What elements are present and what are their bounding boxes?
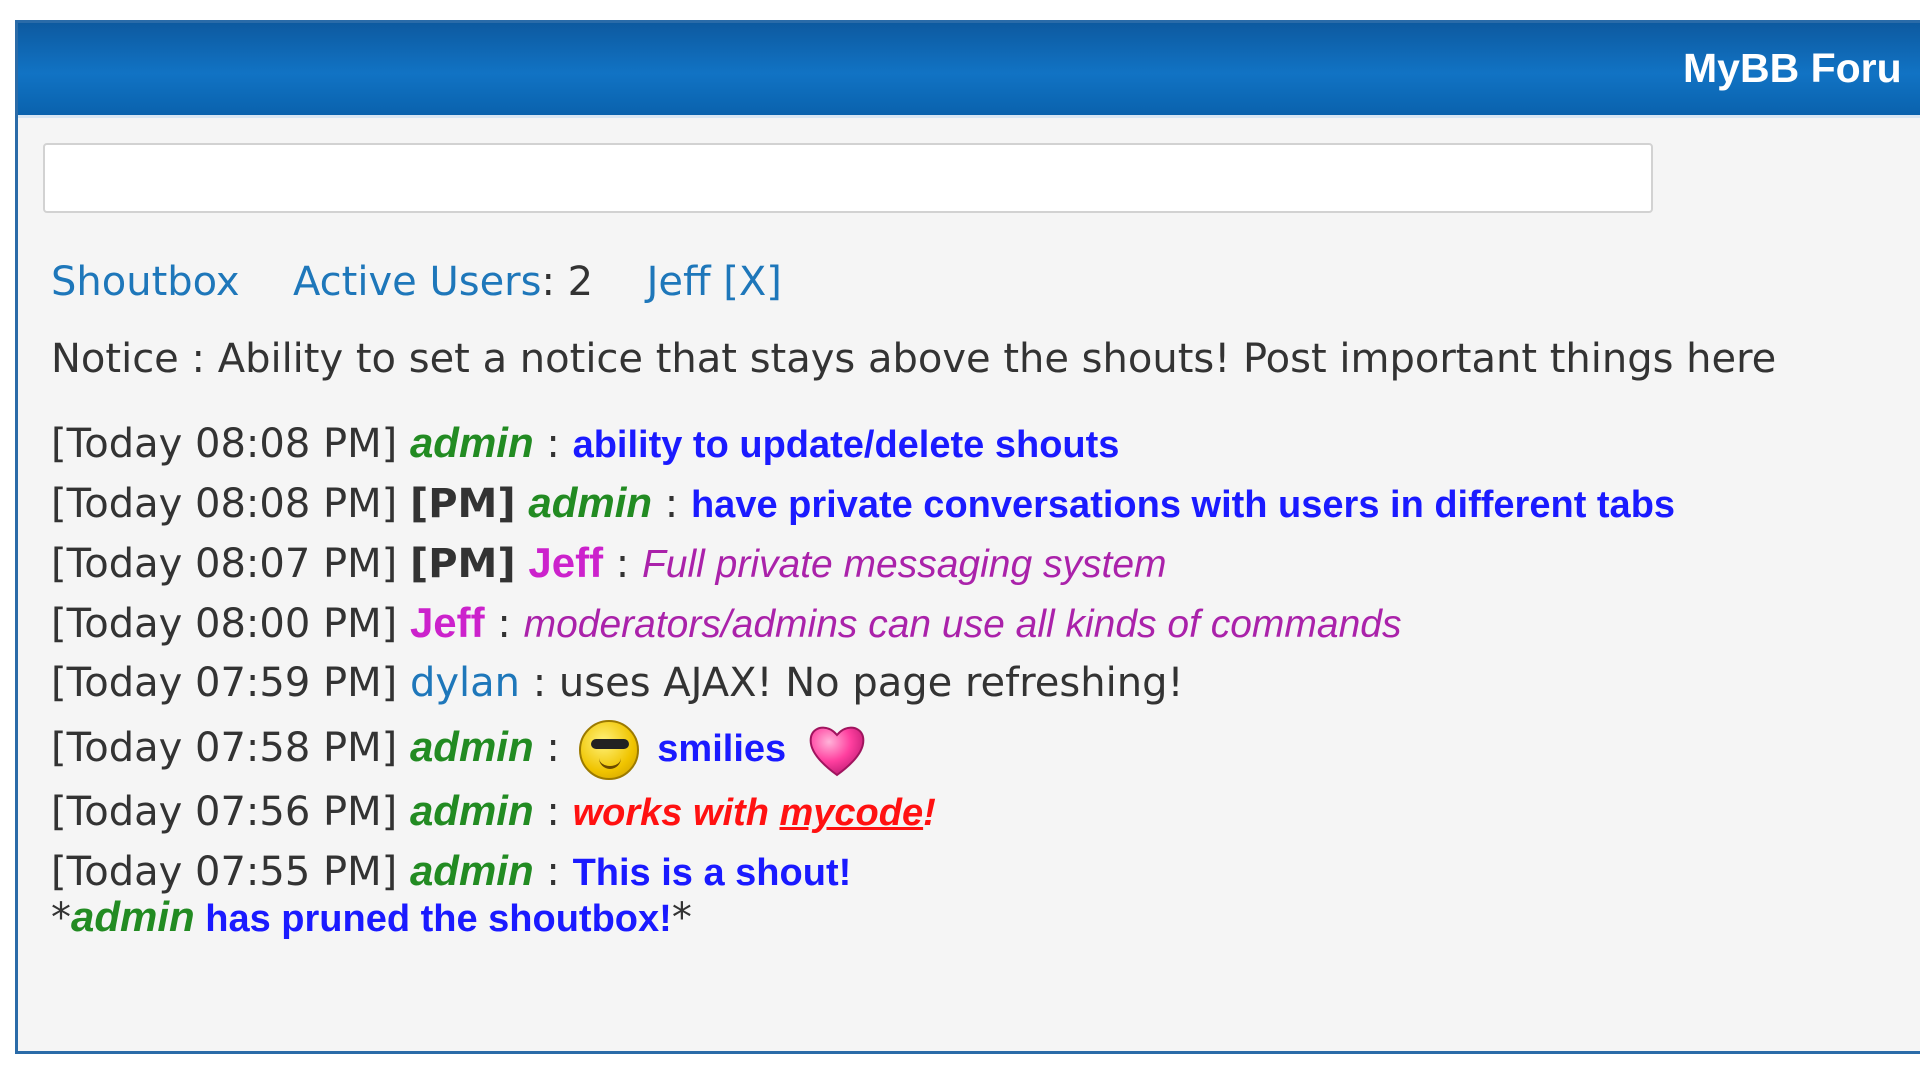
shout-separator: : xyxy=(664,481,679,527)
forum-title: MyBB Foru xyxy=(1683,45,1902,91)
shout-text: have private conversations with users in… xyxy=(690,484,1676,526)
active-users-count: 2 xyxy=(567,259,594,305)
shout-separator: : xyxy=(532,660,547,706)
shout-separator: : xyxy=(546,421,560,467)
shout-username[interactable]: Jeff xyxy=(528,539,603,586)
tab-jeff[interactable]: Jeff xyxy=(647,259,711,305)
shout-row: [Today 08:00 PM] Jeff : moderators/admin… xyxy=(51,593,1675,653)
shout-timestamp: [Today 07:56 PM] xyxy=(51,789,398,835)
shout-row: [Today 07:56 PM] admin : works with myco… xyxy=(51,781,1675,841)
shout-username[interactable]: admin xyxy=(528,479,652,526)
shout-text-start: works with xyxy=(572,792,780,834)
shout-timestamp: [Today 08:00 PM] xyxy=(51,601,398,647)
shout-text: smilies xyxy=(657,728,787,770)
shout-separator: : xyxy=(546,849,560,895)
shout-timestamp: [Today 07:58 PM] xyxy=(51,725,398,771)
shout-text-end: ! xyxy=(923,792,936,834)
cool-smiley-icon xyxy=(578,720,639,780)
shout-row: [Today 07:58 PM] admin : smilies xyxy=(51,713,1675,781)
shout-text: This is a shout! xyxy=(572,852,852,894)
mycode-link[interactable]: mycode xyxy=(779,792,923,834)
shout-separator: : xyxy=(497,601,511,647)
shout-text: uses AJAX! No page refreshing! xyxy=(558,660,1184,706)
shout-timestamp: [Today 07:59 PM] xyxy=(51,660,398,706)
prune-star-close: * xyxy=(671,895,692,941)
tab-bar: Shoutbox Active Users: 2 Jeff [X] xyxy=(51,259,782,305)
shout-username[interactable]: admin xyxy=(410,723,534,770)
prune-notice: *admin has pruned the shoutbox!* xyxy=(51,893,692,941)
tab-shoutbox[interactable]: Shoutbox xyxy=(51,259,240,305)
shout-list: [Today 08:08 PM] admin : ability to upda… xyxy=(51,413,1675,901)
shout-text: works with mycode! xyxy=(573,792,936,834)
active-users-colon: : xyxy=(541,259,555,305)
shout-timestamp: [Today 07:55 PM] xyxy=(51,849,398,895)
pm-tag: [PM] xyxy=(409,541,516,587)
shout-username[interactable]: admin xyxy=(410,787,534,834)
header-bar: MyBB Foru xyxy=(18,23,1920,118)
shout-separator: : xyxy=(615,541,630,587)
shout-username[interactable]: admin xyxy=(410,847,534,894)
prune-star-open: * xyxy=(51,895,71,941)
shout-username[interactable]: dylan xyxy=(410,660,520,706)
prune-username[interactable]: admin xyxy=(71,893,195,940)
heart-icon xyxy=(809,726,865,777)
shout-row: [Today 08:08 PM] admin : ability to upda… xyxy=(51,413,1675,473)
shout-username[interactable]: Jeff xyxy=(410,599,485,646)
shout-input[interactable] xyxy=(43,143,1653,213)
shout-separator: : xyxy=(546,725,560,771)
shout-username[interactable]: admin xyxy=(410,419,534,466)
shoutbox-panel: MyBB Foru Shoutbox Active Users: 2 Jeff … xyxy=(15,20,1920,1054)
shout-row: [Today 07:59 PM] dylan : uses AJAX! No p… xyxy=(51,653,1675,713)
shout-text: ability to update/delete shouts xyxy=(572,424,1120,466)
shout-separator: : xyxy=(546,789,560,835)
active-users-link[interactable]: Active Users xyxy=(293,259,541,305)
close-tab-button[interactable]: [X] xyxy=(723,259,782,305)
shout-timestamp: [Today 08:07 PM] xyxy=(51,541,398,587)
shout-text: moderators/admins can use all kinds of c… xyxy=(523,603,1402,646)
shout-row: [Today 08:08 PM] [PM] admin : have priva… xyxy=(51,473,1675,533)
shout-row: [Today 07:55 PM] admin : This is a shout… xyxy=(51,841,1675,901)
shout-text: Full private messaging system xyxy=(641,543,1167,586)
shout-timestamp: [Today 08:08 PM] xyxy=(51,421,398,467)
shout-timestamp: [Today 08:08 PM] xyxy=(51,481,398,527)
pm-tag: [PM] xyxy=(409,481,516,527)
prune-text: has pruned the shoutbox! xyxy=(194,898,672,940)
notice-text: Notice : Ability to set a notice that st… xyxy=(51,336,1777,382)
shout-row: [Today 08:07 PM] [PM] Jeff : Full privat… xyxy=(51,533,1675,593)
